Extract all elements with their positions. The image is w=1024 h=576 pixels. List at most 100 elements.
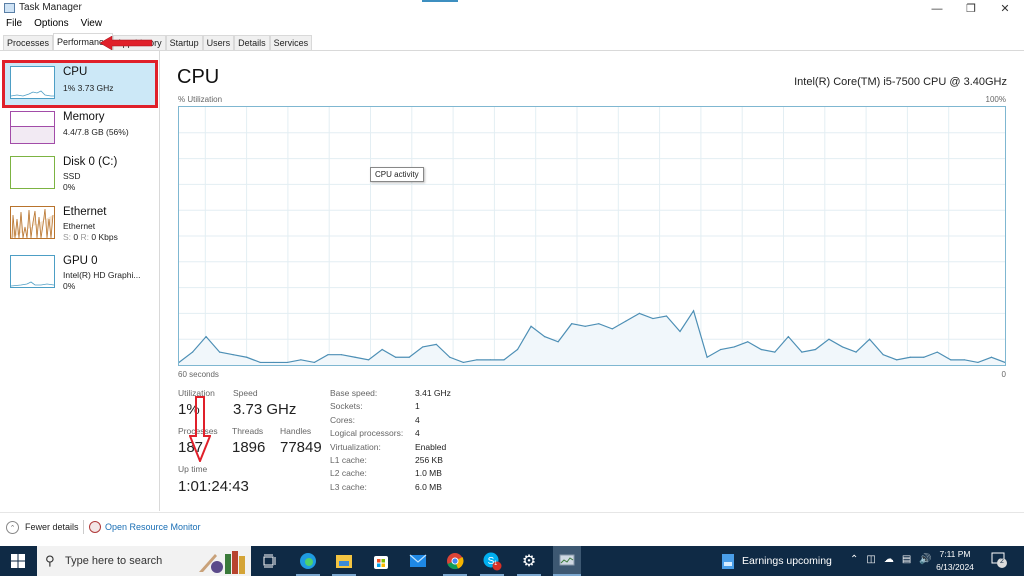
cpu-data-point xyxy=(909,356,911,358)
restore-button[interactable]: ❐ xyxy=(954,0,988,17)
clock-date[interactable]: 6/13/2024 xyxy=(930,562,980,572)
cpu-data-point xyxy=(977,361,979,364)
cpu-data-point xyxy=(449,356,451,358)
fewer-details-button[interactable]: Fewer details xyxy=(25,522,79,532)
skype-button[interactable]: S 1 xyxy=(481,550,503,572)
notifications-button[interactable]: 2 xyxy=(991,552,1007,568)
cpu-data-point xyxy=(340,354,343,356)
cpu-data-point xyxy=(841,346,844,348)
cpu-data-point xyxy=(706,356,708,358)
cpu-data-point xyxy=(990,356,993,358)
windows-icon xyxy=(11,554,25,568)
tab-details[interactable]: Details xyxy=(234,35,270,50)
cpu-data-point xyxy=(503,359,505,361)
task-manager-icon xyxy=(559,554,575,566)
sidebar-item-cpu[interactable]: CPU 1% 3.73 GHz xyxy=(2,60,158,108)
speed-value: 3.73 GHz xyxy=(233,401,297,418)
close-button[interactable]: ✕ xyxy=(988,0,1022,17)
taskbar-search-box[interactable]: ⚲ Type here to search xyxy=(37,546,251,576)
sidebar-item-detail-2: 0% xyxy=(63,281,76,291)
mail-button[interactable] xyxy=(407,550,429,572)
cpu-data-point xyxy=(327,354,329,356)
start-button[interactable] xyxy=(0,546,36,576)
cpu-data-point xyxy=(868,338,871,340)
task-view-button[interactable] xyxy=(259,550,281,572)
cpu-data-point xyxy=(422,346,424,348)
cpu-data-point xyxy=(462,361,464,364)
annotation-arrow-left xyxy=(100,36,153,50)
sidebar-item-label: Disk 0 (C:) xyxy=(63,156,118,168)
cpu-model: Intel(R) Core(TM) i5-7500 CPU @ 3.40GHz xyxy=(794,76,1007,88)
folder-icon xyxy=(336,555,352,568)
ethernet-thumbnail xyxy=(10,206,55,239)
cloud-icon[interactable]: ☁ xyxy=(884,554,894,565)
search-placeholder: Type here to search xyxy=(65,555,163,567)
send-label: S: xyxy=(63,232,72,242)
info-key: Cores: xyxy=(330,415,356,425)
sidebar-item-gpu[interactable]: GPU 0 Intel(R) HD Graphi... 0% xyxy=(4,251,156,295)
info-value: Enabled xyxy=(415,442,447,452)
device-icon[interactable]: ◫ xyxy=(866,554,875,565)
cpu-data-point xyxy=(598,323,600,325)
cpu-utilization-graph[interactable] xyxy=(178,106,1006,366)
info-key: Virtualization: xyxy=(330,442,381,452)
tab-processes[interactable]: Processes xyxy=(3,35,54,50)
sidebar-item-detail-2: 0% xyxy=(63,182,76,192)
menu-view[interactable]: View xyxy=(75,17,109,33)
chevron-up-icon[interactable]: ⌃ xyxy=(850,554,858,565)
news-widget[interactable]: Earnings upcoming xyxy=(742,555,832,567)
speed-label: Speed xyxy=(233,388,258,398)
cpu-data-point xyxy=(692,310,695,312)
cpu-data-point xyxy=(259,361,261,364)
task-manager-taskbar-button[interactable] xyxy=(553,546,581,576)
cpu-data-point xyxy=(720,348,722,351)
chrome-button[interactable] xyxy=(444,550,466,572)
sidebar-item-memory[interactable]: Memory 4.4/7.8 GB (56%) xyxy=(4,107,156,151)
menu-file[interactable]: File xyxy=(0,17,28,33)
cpu-data-point xyxy=(300,359,302,361)
cpu-data-point xyxy=(232,354,234,356)
info-key: L1 cache: xyxy=(330,455,367,465)
window-title: Task Manager xyxy=(19,2,82,13)
file-explorer-button[interactable] xyxy=(333,550,355,572)
open-resource-monitor-link[interactable]: Open Resource Monitor xyxy=(105,522,201,532)
receive-value: 0 Kbps xyxy=(91,232,118,242)
cpu-data-point xyxy=(652,317,654,320)
cpu-data-point xyxy=(760,348,762,351)
sidebar-item-ethernet[interactable]: Ethernet Ethernet S: 0 R: 0 Kbps xyxy=(4,202,156,246)
edge-button[interactable] xyxy=(297,550,319,572)
cpu-data-point xyxy=(367,359,370,361)
chevron-up-icon[interactable]: ⌃ xyxy=(6,521,19,534)
cpu-area-fill xyxy=(179,310,1005,365)
cpu-data-point xyxy=(544,336,546,338)
search-highlight-art xyxy=(199,551,245,574)
info-key: L2 cache: xyxy=(330,468,367,478)
network-icon[interactable]: ▤ xyxy=(902,554,911,565)
store-icon xyxy=(374,556,388,569)
gear-icon: ⚙ xyxy=(521,553,537,570)
x-left-label: 60 seconds xyxy=(178,370,219,379)
sidebar-item-disk[interactable]: Disk 0 (C:) SSD 0% xyxy=(4,152,156,196)
menu-options[interactable]: Options xyxy=(28,17,74,33)
cpu-data-point xyxy=(733,346,735,348)
info-key: L3 cache: xyxy=(330,482,367,492)
tab-startup[interactable]: Startup xyxy=(165,35,203,50)
tab-users[interactable]: Users xyxy=(202,35,235,50)
cpu-data-point xyxy=(273,361,275,364)
settings-button[interactable]: ⚙ xyxy=(518,550,540,572)
cpu-graph-svg xyxy=(179,107,1005,365)
cpu-data-point xyxy=(205,336,207,338)
sidebar: CPU 1% 3.73 GHz Memory 4.4/7.8 GB (56%) … xyxy=(0,51,160,511)
minimize-button[interactable]: — xyxy=(920,0,954,17)
cpu-data-point xyxy=(625,320,627,322)
tab-services[interactable]: Services xyxy=(269,35,313,50)
resource-monitor-icon[interactable] xyxy=(89,521,101,533)
info-value: 3.41 GHz xyxy=(415,388,451,398)
store-button[interactable] xyxy=(370,550,392,572)
cpu-data-point xyxy=(611,328,613,330)
taskbar: ⚲ Type here to search S 1 ⚙ Earnings upc… xyxy=(0,546,1024,576)
clock-time[interactable]: 7:11 PM xyxy=(930,549,980,559)
system-tray: ⌃ ◫ ☁ ▤ 🔊 xyxy=(850,554,932,565)
close-icon: ✕ xyxy=(1000,3,1010,15)
sidebar-item-label: CPU xyxy=(63,66,88,78)
